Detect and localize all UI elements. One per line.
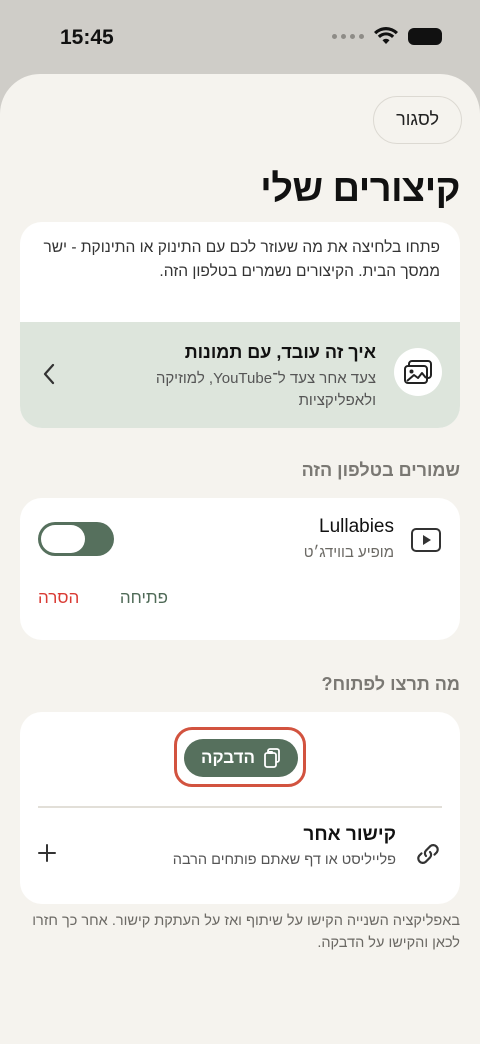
- divider: [38, 806, 442, 808]
- status-icons: [332, 27, 442, 45]
- howto-title: איך זה עובד, עם תמונות: [184, 342, 376, 362]
- images-icon: [404, 360, 432, 384]
- intro-text: פתחו בלחיצה את מה שעוזר לכם עם התינוק או…: [43, 239, 440, 280]
- wifi-icon: [374, 27, 398, 44]
- open-section-heading: מה תרצו לפתוח?: [321, 674, 460, 694]
- status-bar: 15:45: [0, 0, 480, 76]
- open-button[interactable]: פתיחה: [120, 588, 168, 608]
- battery-icon: [408, 27, 442, 45]
- footnote: באפליקציה השנייה הקישו על שיתוף ואז על ה…: [32, 913, 460, 951]
- close-button[interactable]: לסגור: [373, 96, 462, 144]
- chevron-left-icon: [43, 363, 55, 385]
- saved-item-subtitle: מופיע בווידג׳ט: [303, 544, 394, 561]
- howto-icon-circle: [394, 348, 442, 396]
- saved-item-name: Lullabies: [319, 516, 394, 537]
- howto-subtitle: צעד אחר צעד ל־YouTube, למוזיקה ולאפליקצי…: [155, 370, 376, 409]
- paste-button[interactable]: הדבקה: [184, 739, 298, 777]
- clipboard-icon: [264, 748, 280, 768]
- howto-banner[interactable]: איך זה עובד, עם תמונות צעד אחר צעד ל־You…: [20, 322, 460, 428]
- other-link-subtitle: פלייליסט או דף שאתם פותחים הרבה: [172, 852, 396, 868]
- paste-label: הדבקה: [200, 748, 256, 767]
- page-title: קיצורים שלי: [260, 168, 460, 210]
- link-icon: [417, 844, 439, 864]
- signal-icon: [332, 33, 364, 39]
- play-icon: [411, 528, 441, 552]
- widget-toggle[interactable]: [38, 522, 114, 556]
- shortcuts-sheet: לסגור קיצורים שלי פתחו בלחיצה את מה שעוז…: [0, 74, 480, 1044]
- saved-item-card: Lullabies מופיע בווידג׳ט פתיחה הסרה: [20, 498, 460, 640]
- other-link-title[interactable]: קישור אחר: [303, 824, 396, 846]
- remove-button[interactable]: הסרה: [38, 588, 79, 608]
- status-time: 15:45: [60, 26, 114, 49]
- open-card: הדבקה קישור אחר פלייליסט או דף שאתם פותח…: [20, 712, 460, 904]
- saved-section-heading: שמורים בטלפון הזה: [301, 460, 460, 480]
- plus-icon[interactable]: [36, 842, 58, 864]
- toggle-knob: [41, 525, 85, 553]
- intro-card: פתחו בלחיצה את מה שעוזר לכם עם התינוק או…: [20, 222, 460, 428]
